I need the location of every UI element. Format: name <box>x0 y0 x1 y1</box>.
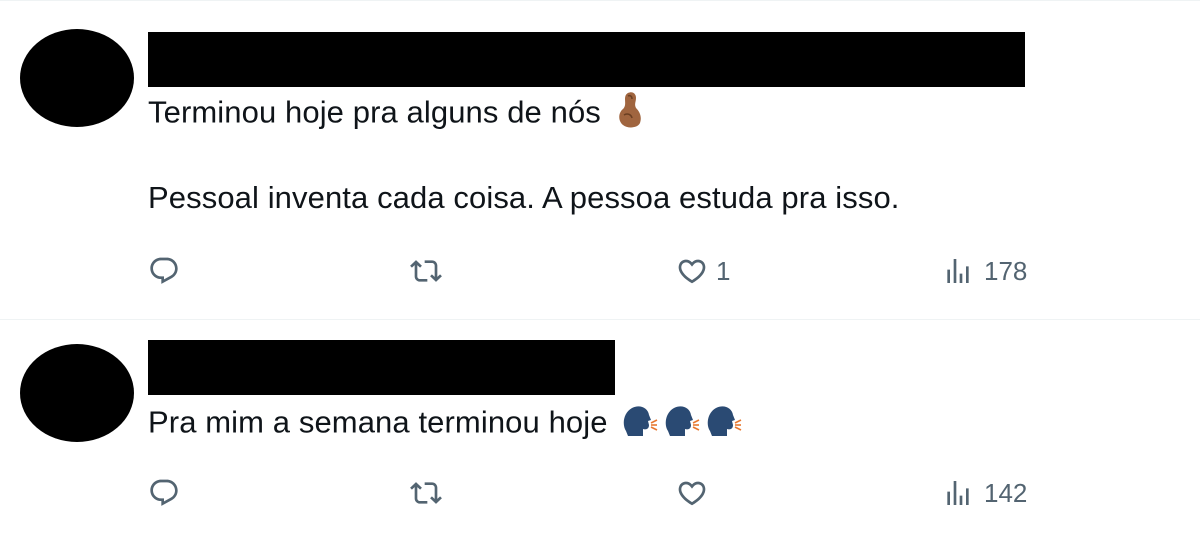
heart-icon <box>678 481 706 506</box>
views-button[interactable]: 142 <box>942 473 1027 513</box>
views-icon <box>947 481 969 505</box>
speaking-head-icon <box>704 401 742 448</box>
speaking-head-icon <box>620 401 658 448</box>
views-count: 142 <box>984 477 1028 508</box>
like-button[interactable]: 1 <box>676 251 730 291</box>
tweet[interactable]: Pra mim a semana terminou hoje 142 <box>0 320 1200 545</box>
views-button[interactable]: 178 <box>942 251 1027 291</box>
tweet-text-line: Pessoal inventa cada coisa. A pessoa est… <box>148 180 900 215</box>
views-icon <box>947 259 969 283</box>
pinched-fingers-icon <box>614 91 648 138</box>
tweet[interactable]: Terminou hoje pra alguns de nós Pessoal … <box>0 0 1200 320</box>
redacted-username <box>148 340 615 395</box>
tweet-text: Terminou hoje pra alguns de nós <box>148 91 648 138</box>
tweet-text: Pra mim a semana terminou hoje <box>148 401 742 448</box>
avatar[interactable] <box>20 29 134 127</box>
reply-icon <box>150 479 178 506</box>
views-count: 178 <box>984 255 1028 286</box>
reply-button[interactable] <box>148 251 188 291</box>
like-button[interactable] <box>676 473 716 513</box>
like-count: 1 <box>716 255 731 286</box>
redacted-username <box>148 32 1025 87</box>
reply-icon <box>150 257 178 284</box>
retweet-icon <box>410 482 442 504</box>
avatar[interactable] <box>20 344 134 442</box>
heart-icon <box>678 259 706 284</box>
speaking-head-icon <box>662 401 700 448</box>
retweet-icon <box>410 260 442 282</box>
reply-button[interactable] <box>148 473 188 513</box>
tweet-text-line: Terminou hoje pra alguns de nós <box>148 94 601 130</box>
tweet-actions: 142 <box>148 473 1200 513</box>
tweet-text-line: Pra mim a semana terminou hoje <box>148 404 608 440</box>
retweet-button[interactable] <box>410 251 450 291</box>
tweet-actions: 1 178 <box>148 251 1200 291</box>
retweet-button[interactable] <box>410 473 450 513</box>
